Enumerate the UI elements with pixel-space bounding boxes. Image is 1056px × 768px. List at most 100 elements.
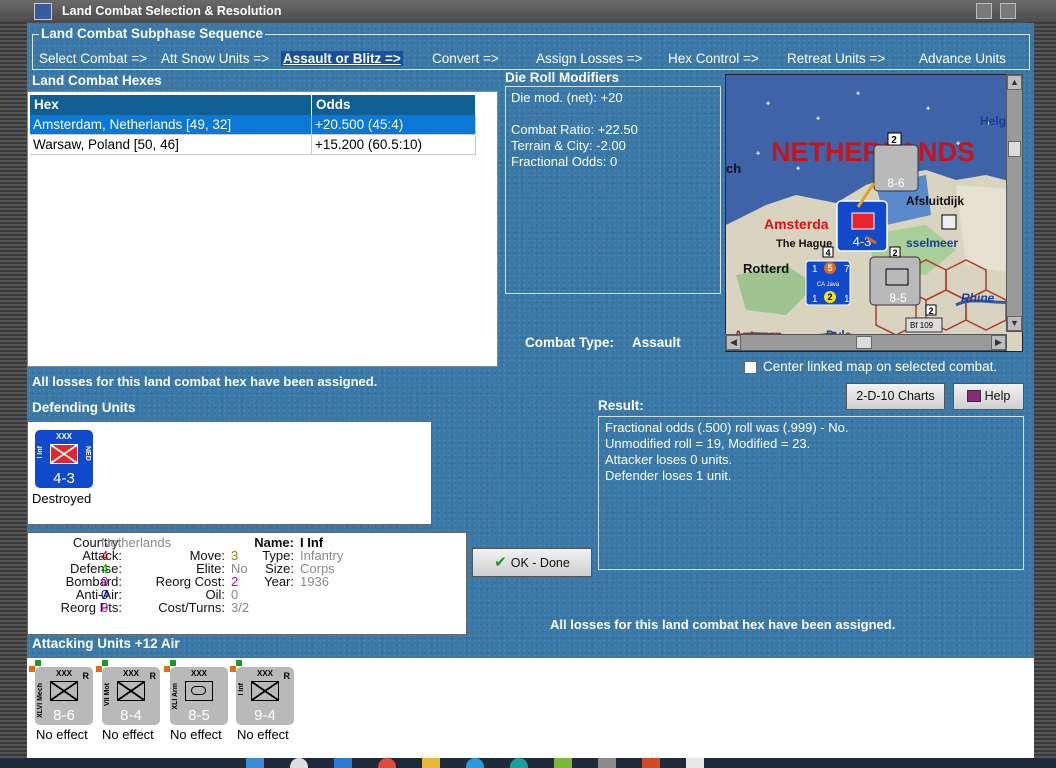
- app-icon[interactable]: [554, 758, 572, 768]
- cell-odds: +20.500 (45:4): [312, 115, 476, 135]
- counter-nation: NED: [84, 446, 91, 461]
- hex-table: Hex Odds Amsterdam, Netherlands [49, 32]…: [27, 91, 498, 367]
- map-place-label: ch: [726, 161, 741, 176]
- svg-text:✚: ✚: [816, 116, 820, 122]
- help-button[interactable]: Help: [953, 383, 1024, 410]
- col-header-hex[interactable]: Hex: [30, 95, 312, 115]
- attacker-counter[interactable]: XXX XLI Arm 8-5: [170, 667, 228, 725]
- die-line: Combat Ratio: +22.50: [511, 122, 638, 137]
- combat-type-value: Assault: [632, 335, 681, 350]
- info-reorgpts-value: 0: [101, 600, 109, 615]
- defending-label: Defending Units: [32, 400, 136, 415]
- minimize-button[interactable]: [976, 3, 992, 19]
- scroll-thumb[interactable]: [1008, 141, 1021, 157]
- step-hex-control: Hex Control =>: [668, 51, 759, 66]
- step-convert: Convert =>: [432, 51, 499, 66]
- title-bar: Land Combat Selection & Resolution: [0, 0, 1056, 23]
- window-title: Land Combat Selection & Resolution: [62, 4, 282, 18]
- map-country-label: NETHERLANDS: [771, 137, 975, 167]
- scroll-thumb[interactable]: [856, 336, 872, 349]
- map-counter-value: 5: [827, 263, 832, 273]
- map-place-label: Amsterda: [764, 216, 829, 232]
- info-costturns-key: Cost/Turns:: [158, 600, 225, 615]
- folder-icon[interactable]: [422, 758, 440, 768]
- motorized-symbol-icon: [117, 681, 145, 701]
- ok-done-label: OK - Done: [510, 556, 570, 570]
- counter-strength: 8-6: [53, 707, 75, 724]
- calculator-icon[interactable]: [598, 758, 616, 768]
- table-row[interactable]: Amsterdam, Netherlands [49, 32] +20.500 …: [30, 115, 476, 135]
- taskbar: [0, 758, 1056, 768]
- map-graphic: ✚✚✚✚ ✚✚✚✚ NETHERLANDS Helg Amsterda The …: [726, 75, 1022, 351]
- infantry-symbol-icon: [50, 444, 78, 464]
- map-counter-badge: 2: [892, 248, 897, 258]
- info-year-key: Year:: [264, 574, 294, 589]
- defender-effect: Destroyed: [32, 491, 92, 506]
- scroll-up-button[interactable]: ▲: [1007, 75, 1022, 90]
- game-icon[interactable]: [642, 758, 660, 768]
- col-header-odds[interactable]: Odds: [312, 95, 476, 115]
- info-year-value: 1936: [300, 574, 329, 589]
- notepad-icon[interactable]: [686, 758, 704, 768]
- close-button[interactable]: [1000, 3, 1016, 19]
- result-panel: Fractional odds (.500) roll was (.999) -…: [598, 416, 1024, 570]
- counter-flag: R: [283, 671, 291, 681]
- map-horizontal-scrollbar[interactable]: ◀ ▶: [725, 334, 1007, 351]
- counter-strength: 8-4: [120, 707, 142, 724]
- help-button-label: Help: [984, 389, 1011, 403]
- counter-size: XXX: [55, 432, 72, 441]
- counter-flag: R: [82, 671, 90, 681]
- defender-counter[interactable]: XXX I Inf NED 4-3: [35, 430, 93, 488]
- armor-symbol-icon: [185, 681, 213, 701]
- scroll-down-button[interactable]: ▼: [1007, 316, 1022, 331]
- counter-name: I Inf: [37, 446, 44, 459]
- attacker-counter[interactable]: XXX XLVI Mech R 8-6: [35, 667, 93, 725]
- combat-type-label: Combat Type:: [525, 335, 615, 350]
- attacker-counter[interactable]: XXX VII Mot R 8-4: [102, 667, 160, 725]
- step-assault-or-blitz: Assault or Blitz =>: [281, 51, 403, 66]
- map-counter-value: 7: [844, 264, 850, 275]
- losses-status-right: All losses for this land combat hex have…: [550, 617, 896, 632]
- infantry-symbol-icon: [251, 681, 279, 701]
- center-map-checkbox[interactable]: [744, 361, 757, 374]
- center-map-label[interactable]: Center linked map on selected combat.: [763, 359, 997, 374]
- counter-strength: 4-3: [53, 470, 75, 487]
- ok-done-button[interactable]: ✔ OK - Done: [472, 548, 592, 577]
- cell-hex: Warsaw, Poland [50, 46]: [30, 135, 312, 155]
- die-label: Die Roll Modifiers: [505, 70, 620, 85]
- map-counter-badge: 2: [928, 306, 933, 316]
- attacker-effect: No effect: [237, 727, 289, 742]
- app-icon: [34, 3, 52, 20]
- attacker-counter[interactable]: XXX I Inf R 9-4: [236, 667, 294, 725]
- svg-text:✚: ✚: [856, 91, 860, 97]
- scroll-right-button[interactable]: ▶: [991, 335, 1006, 350]
- checkmark-icon: ✔: [494, 554, 507, 571]
- result-line: Attacker loses 0 units.: [605, 452, 733, 467]
- map-place-label: Rotterd: [743, 261, 789, 276]
- app-icon[interactable]: [334, 758, 352, 768]
- table-row[interactable]: Warsaw, Poland [50, 46] +15.200 (60.5:10…: [30, 135, 476, 155]
- map-place-label: Helg: [980, 114, 1006, 128]
- status-dot: [170, 660, 176, 666]
- map-counter-value: 1: [812, 264, 818, 275]
- counter-size: XXX: [190, 669, 207, 678]
- map-place-label: sselmeer: [906, 236, 958, 250]
- scroll-left-button[interactable]: ◀: [726, 335, 741, 350]
- result-label: Result:: [598, 398, 644, 413]
- charts-button[interactable]: 2-D-10 Charts: [846, 383, 945, 410]
- counter-name: XLI Arm: [172, 683, 179, 710]
- attacker-effect: No effect: [36, 727, 88, 742]
- subphase-legend: Land Combat Subphase Sequence: [39, 26, 266, 41]
- attacker-effect: No effect: [102, 727, 154, 742]
- map-vertical-scrollbar[interactable]: ▲ ▼: [1006, 74, 1023, 332]
- hexes-label: Land Combat Hexes: [32, 73, 162, 88]
- die-line: [511, 106, 715, 122]
- status-dot: [236, 660, 242, 666]
- attacking-label: Attacking Units +12 Air: [32, 636, 180, 651]
- map-place-label: Afsluitdijk: [906, 194, 964, 208]
- svg-text:✚: ✚: [756, 151, 760, 157]
- map-counter-badge: 4: [825, 248, 830, 258]
- linked-map[interactable]: ✚ ✚ ✚ ✚ ✚ ✚ ✚ ✚ NETHERLANDS Helg Amsterda The …: [725, 74, 1023, 352]
- losses-status-left: All losses for this land combat hex have…: [32, 374, 378, 389]
- start-icon[interactable]: [246, 758, 264, 768]
